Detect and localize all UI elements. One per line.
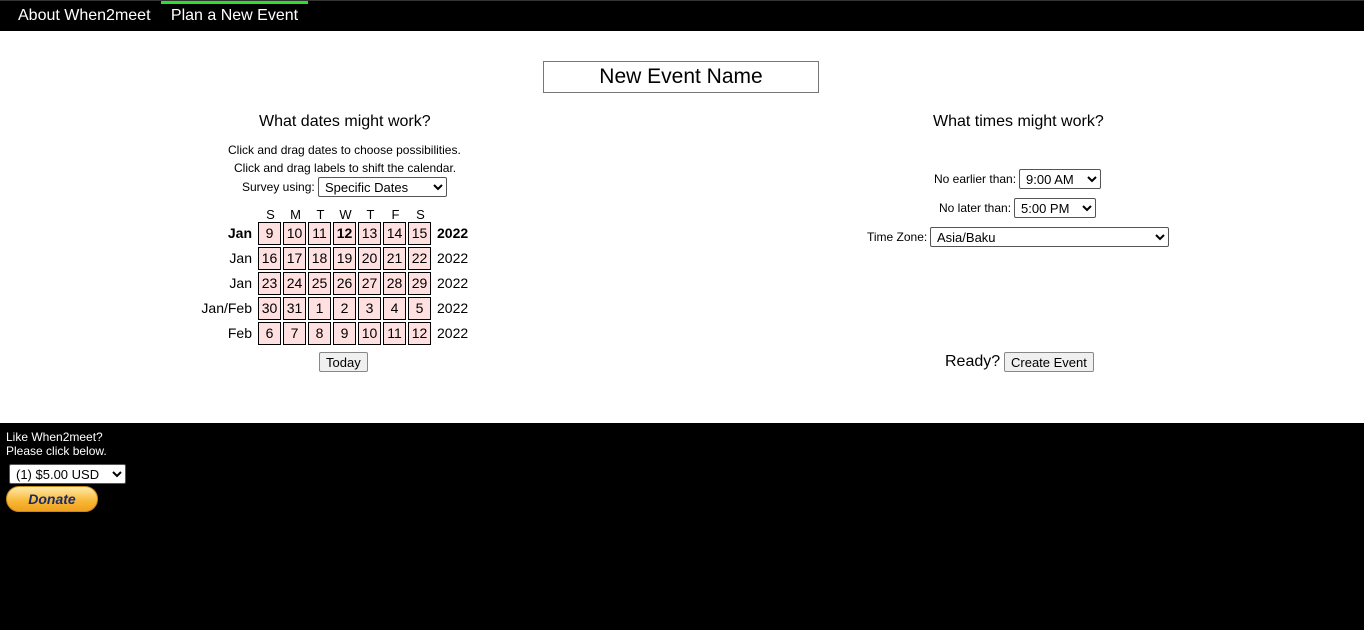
- ready-label: Ready?: [945, 353, 1001, 370]
- timezone-label: Time Zone:: [867, 230, 928, 244]
- calendar-day-cell[interactable]: 9: [333, 322, 356, 345]
- footer-line-2: Please click below.: [6, 444, 107, 458]
- calendar-day-cell[interactable]: 7: [283, 322, 306, 345]
- calendar-day-cell[interactable]: 28: [383, 272, 406, 295]
- calendar-day-cell[interactable]: 20: [358, 247, 381, 270]
- dates-instruction-2: Click and drag labels to shift the calen…: [234, 161, 457, 175]
- calendar-year-label: 2022: [437, 275, 469, 291]
- weekday-header: F: [391, 207, 400, 222]
- dates-instruction-1: Click and drag dates to choose possibili…: [228, 143, 461, 157]
- calendar-day-cell[interactable]: 25: [308, 272, 331, 295]
- weekday-header: W: [339, 207, 352, 222]
- weekday-header: T: [366, 207, 375, 222]
- donation-amount-select[interactable]: (1) $5.00 USD: [9, 464, 126, 484]
- calendar-year-label: 2022: [437, 300, 469, 316]
- earliest-time-select[interactable]: 9:00 AM: [1019, 169, 1101, 189]
- weekday-header: T: [316, 207, 325, 222]
- calendar-month-label[interactable]: Feb: [228, 321, 252, 346]
- top-nav: About When2meet Plan a New Event: [0, 0, 1364, 31]
- calendar-year-label: 2022: [437, 225, 469, 241]
- calendar-month-label[interactable]: Jan: [228, 221, 252, 246]
- calendar-day-cell[interactable]: 13: [358, 222, 381, 245]
- dates-heading: What dates might work?: [259, 113, 431, 130]
- calendar-day-cell[interactable]: 12: [408, 322, 431, 345]
- calendar-day-cell[interactable]: 30: [258, 297, 281, 320]
- weekday-header: S: [416, 207, 425, 222]
- footer-line-1: Like When2meet?: [6, 430, 103, 444]
- calendar-year-label: 2022: [437, 250, 469, 266]
- calendar-day-cell[interactable]: 11: [383, 322, 406, 345]
- calendar-day-cell[interactable]: 9: [258, 222, 281, 245]
- calendar-day-cell[interactable]: 17: [283, 247, 306, 270]
- survey-type-select[interactable]: Specific Dates: [318, 177, 447, 197]
- create-event-button[interactable]: Create Event: [1004, 352, 1094, 372]
- calendar-day-cell[interactable]: 4: [383, 297, 406, 320]
- calendar-day-cell[interactable]: 3: [358, 297, 381, 320]
- footer: Like When2meet? Please click below. (1) …: [0, 423, 1364, 630]
- calendar-day-cell[interactable]: 27: [358, 272, 381, 295]
- survey-label: Survey using:: [242, 180, 315, 194]
- times-heading: What times might work?: [933, 113, 1104, 130]
- calendar-month-label[interactable]: Jan/Feb: [201, 296, 252, 321]
- calendar-day-cell[interactable]: 26: [333, 272, 356, 295]
- calendar-day-cell[interactable]: 16: [258, 247, 281, 270]
- calendar-day-cell[interactable]: 10: [358, 322, 381, 345]
- calendar-day-cell[interactable]: 23: [258, 272, 281, 295]
- calendar-year-label: 2022: [437, 325, 469, 341]
- calendar-day-cell[interactable]: 15: [408, 222, 431, 245]
- calendar-month-label[interactable]: Jan: [229, 271, 252, 296]
- timezone-select[interactable]: Asia/Baku: [930, 227, 1169, 247]
- calendar-day-cell[interactable]: 19: [333, 247, 356, 270]
- latest-label: No later than:: [939, 201, 1012, 215]
- calendar-month-label[interactable]: Jan: [229, 246, 252, 271]
- donate-button[interactable]: Donate: [6, 486, 98, 512]
- calendar-day-cell[interactable]: 2: [333, 297, 356, 320]
- calendar-day-cell[interactable]: 1: [308, 297, 331, 320]
- calendar-day-cell[interactable]: 18: [308, 247, 331, 270]
- main-panel: What dates might work? Click and drag da…: [0, 31, 1364, 423]
- calendar-day-cell[interactable]: 11: [308, 222, 331, 245]
- latest-time-select[interactable]: 5:00 PM: [1014, 198, 1096, 218]
- calendar-day-cell[interactable]: 12: [333, 222, 356, 245]
- calendar-day-cell[interactable]: 24: [283, 272, 306, 295]
- nav-plan-event-link[interactable]: Plan a New Event: [161, 1, 308, 32]
- calendar-day-cell[interactable]: 22: [408, 247, 431, 270]
- calendar-day-cell[interactable]: 10: [283, 222, 306, 245]
- event-name-input[interactable]: [543, 61, 819, 93]
- earliest-label: No earlier than:: [934, 172, 1017, 186]
- calendar-day-cell[interactable]: 8: [308, 322, 331, 345]
- today-button[interactable]: Today: [319, 352, 368, 372]
- nav-about-link[interactable]: About When2meet: [18, 1, 151, 32]
- calendar-day-cell[interactable]: 14: [383, 222, 406, 245]
- calendar-day-cell[interactable]: 6: [258, 322, 281, 345]
- calendar-day-cell[interactable]: 5: [408, 297, 431, 320]
- calendar-day-cell[interactable]: 21: [383, 247, 406, 270]
- weekday-header: S: [266, 207, 275, 222]
- weekday-header: M: [290, 207, 301, 222]
- calendar-day-cell[interactable]: 29: [408, 272, 431, 295]
- calendar-day-cell[interactable]: 31: [283, 297, 306, 320]
